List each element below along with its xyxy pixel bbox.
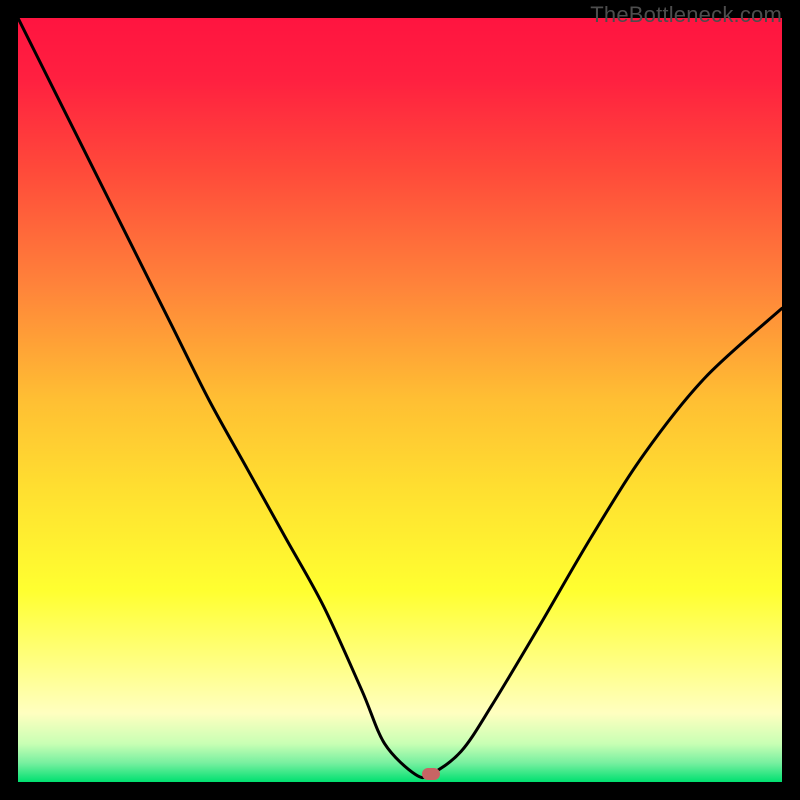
- gradient-background: [18, 18, 782, 782]
- bottleneck-chart: [18, 18, 782, 782]
- optimum-marker: [422, 768, 440, 780]
- watermark-text: TheBottleneck.com: [590, 2, 782, 28]
- chart-frame: [18, 18, 782, 782]
